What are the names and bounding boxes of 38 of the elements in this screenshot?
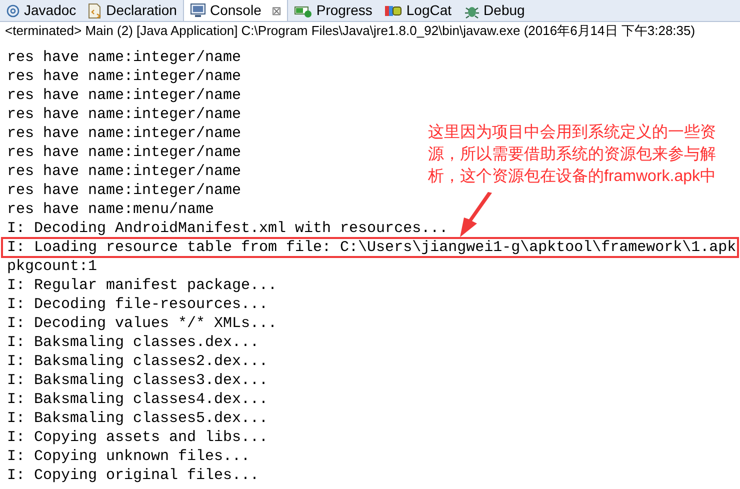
close-icon[interactable]: ⊠ <box>271 2 282 20</box>
console-line: I: Decoding values */* XMLs... <box>6 314 278 333</box>
console-line: I: Decoding file-resources... <box>6 295 270 314</box>
console-line: res have name:menu/name <box>6 200 216 219</box>
console-line: I: Loading resource table from file: C:\Users\jiangwei1-g\apktool\framework\1.apk <box>2 238 738 257</box>
logcat-icon <box>384 4 402 18</box>
console-line: res have name:integer/name <box>6 124 242 143</box>
console-line: res have name:integer/name <box>6 143 242 162</box>
console-line: I: Copying original files... <box>6 466 260 485</box>
view-tab[interactable]: LogCat <box>378 0 458 21</box>
console-status: <terminated> Main (2) [Java Application] C:\Program Files\Java\jre1.8.0_92\bin\javaw.exe (2016年6月14日 下午3:28:35) <box>4 22 696 40</box>
console-line: res have name:integer/name <box>6 48 242 67</box>
console-line: I: Decoding AndroidManifest.xml with resources... <box>6 219 450 238</box>
at-sign-icon <box>6 4 20 18</box>
view-tab[interactable]: Debug <box>458 0 531 21</box>
document-icon <box>88 2 102 18</box>
view-tab[interactable]: Javadoc <box>0 0 82 21</box>
view-tab[interactable]: Console ⊠ <box>182 0 288 21</box>
console-line: res have name:integer/name <box>6 162 242 181</box>
console-line: I: Regular manifest package... <box>6 276 278 295</box>
console-line: I: Baksmaling classes3.dex... <box>6 371 270 390</box>
view-tab[interactable]: Declaration <box>82 0 183 21</box>
console-line: I: Copying unknown files... <box>6 447 252 466</box>
console-line: res have name:integer/name <box>6 181 242 200</box>
console-line: res have name:integer/name <box>6 105 242 124</box>
console-line: res have name:integer/name <box>6 67 242 86</box>
progress-icon <box>294 4 312 18</box>
arrow-icon <box>458 192 494 238</box>
console-line: I: Baksmaling classes5.dex... <box>6 409 270 428</box>
console-line: pkgcount:1 <box>6 257 98 276</box>
console-line: I: Baksmaling classes.dex... <box>6 333 260 352</box>
monitor-icon <box>190 3 206 18</box>
console-line: I: Baksmaling classes4.dex... <box>6 390 270 409</box>
console-line: I: Copying assets and libs... <box>6 428 270 447</box>
view-tab[interactable]: Progress <box>288 0 378 21</box>
console-line: res have name:integer/name <box>6 86 242 105</box>
annotation-note: 这里因为项目中会用到系统定义的一些资源，所以需要借助系统的资源包来参与解析，这个资源包在设备的framwork.apk中 <box>428 122 718 187</box>
console-line: I: Baksmaling classes2.dex... <box>6 352 270 371</box>
